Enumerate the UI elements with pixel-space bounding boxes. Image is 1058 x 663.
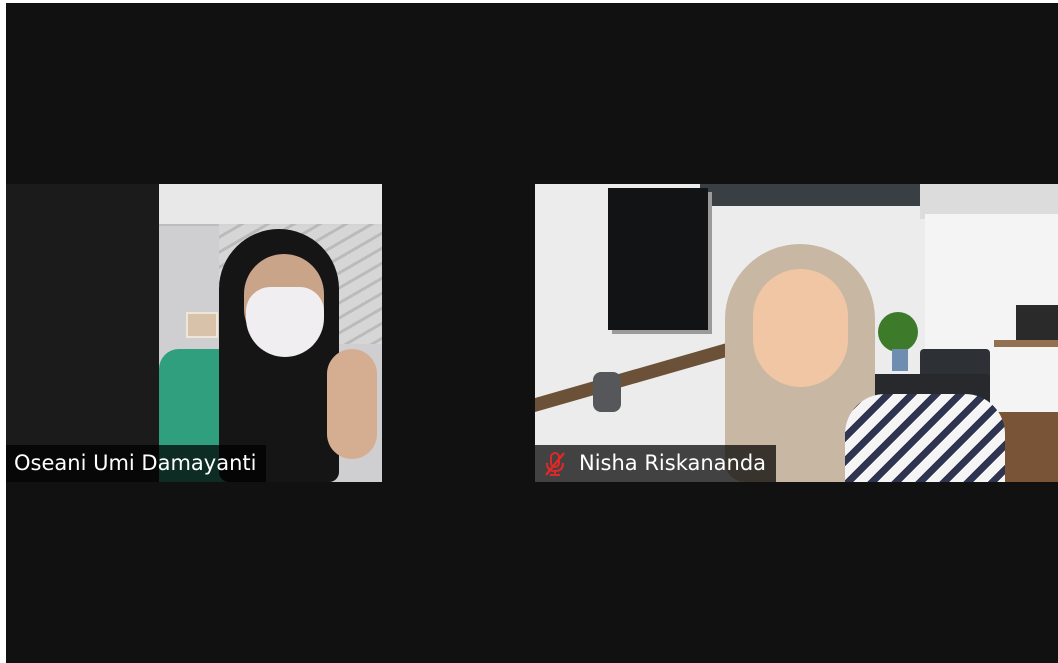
participant-name: Oseani Umi Damayanti [14, 451, 257, 475]
participant-name: Nisha Riskananda [579, 451, 767, 475]
participant-tile-oseani[interactable]: Oseani Umi Damayanti [6, 184, 382, 482]
video-call-stage: Oseani Umi Damayanti Nisha Riskananda [6, 3, 1058, 663]
participant-name-label: Nisha Riskananda [535, 445, 777, 482]
participant-video-oseani [159, 184, 382, 482]
mic-muted-icon [541, 450, 569, 478]
participant-video-nisha [535, 184, 1058, 482]
participant-name-label: Oseani Umi Damayanti [6, 445, 267, 482]
participant-tile-nisha[interactable]: Nisha Riskananda [535, 184, 1058, 482]
